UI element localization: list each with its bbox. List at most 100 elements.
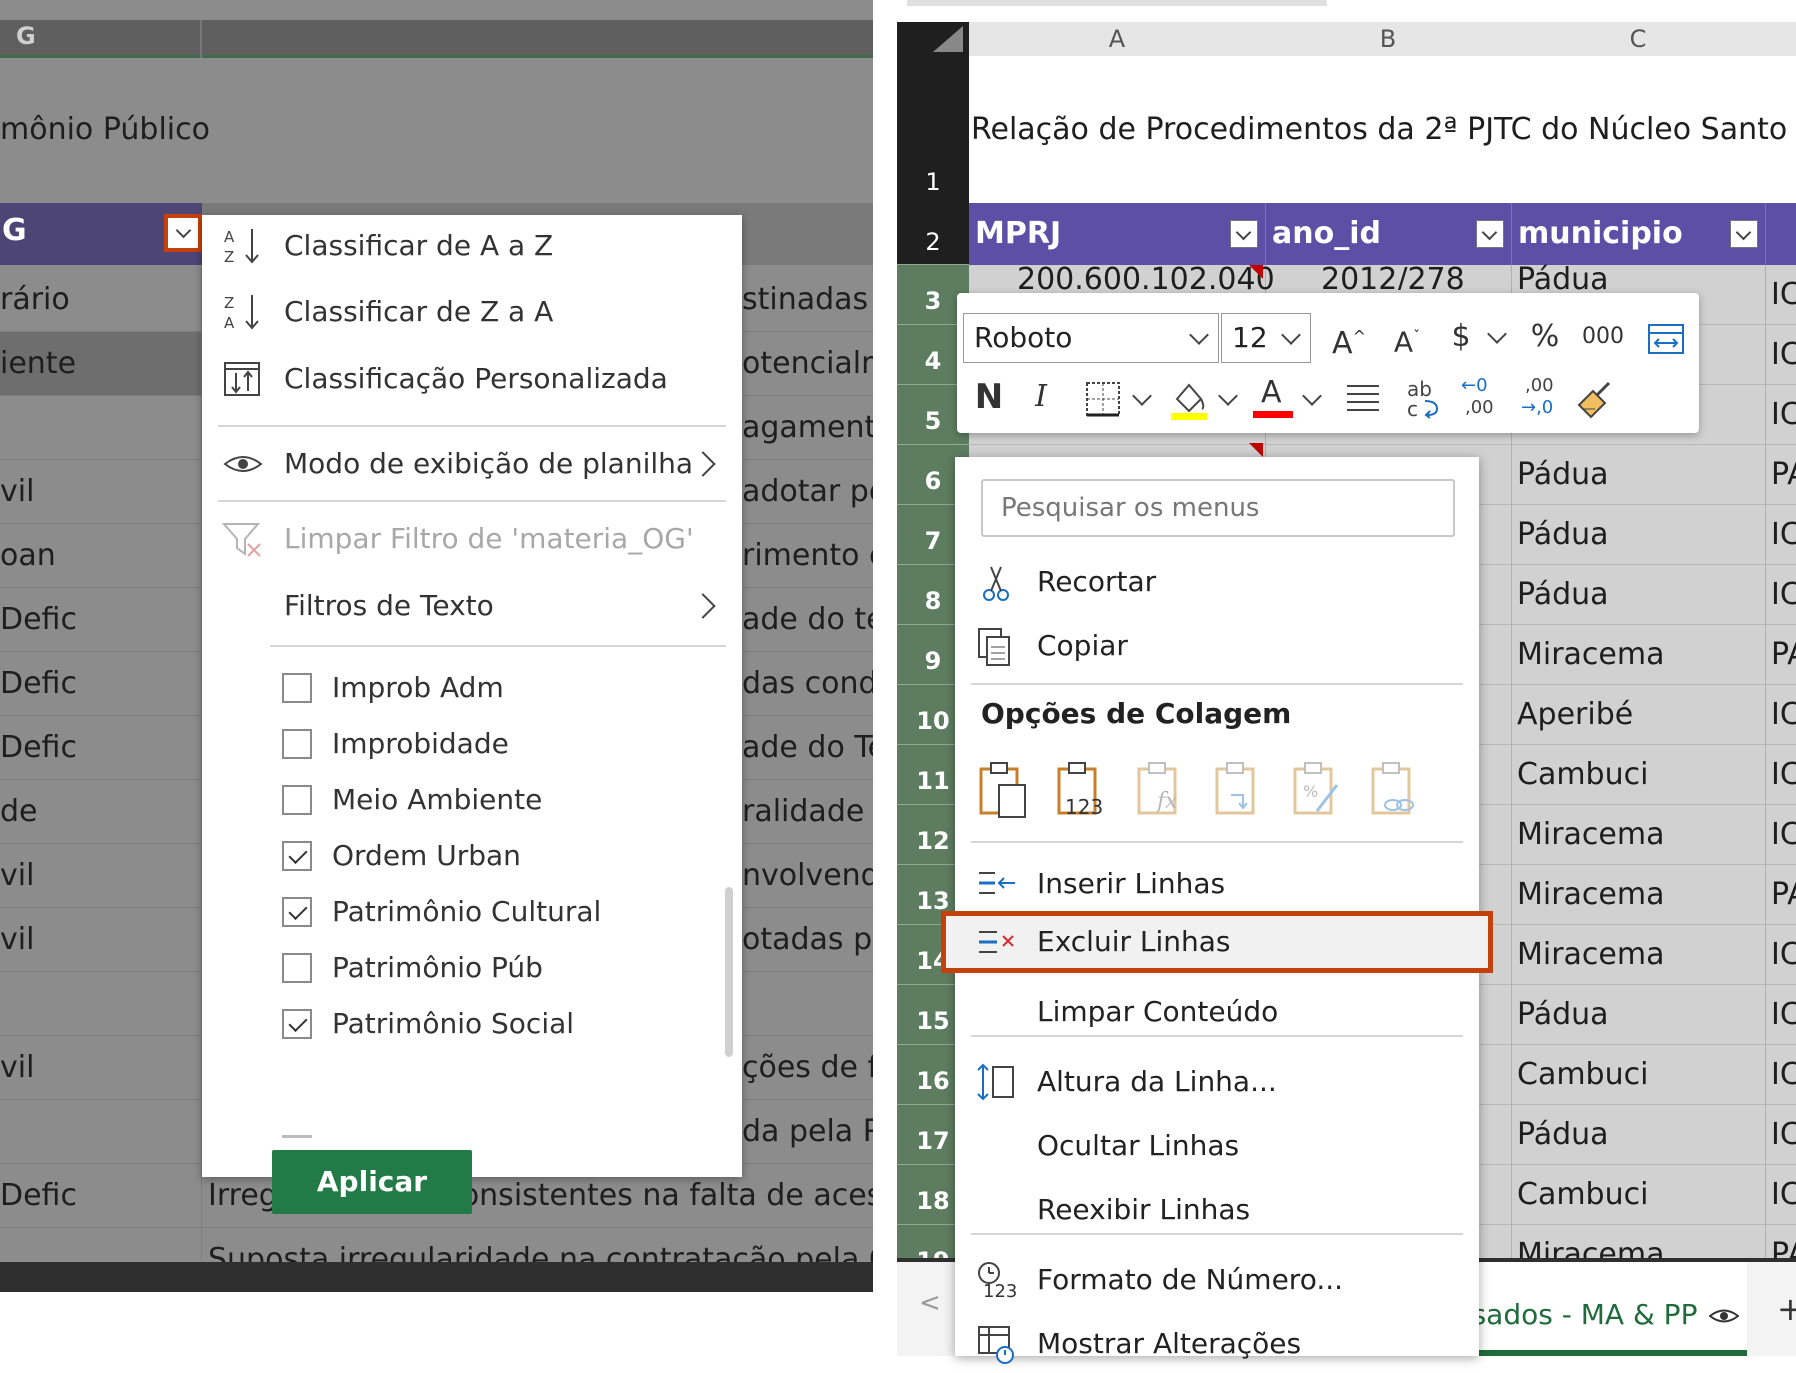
header-cell-tipo[interactable]: tip	[1765, 203, 1796, 265]
filter-value-option[interactable]: Patrimônio Social	[282, 999, 702, 1049]
paste-link-icon[interactable]	[1369, 761, 1423, 821]
clear-content-item[interactable]: Limpar Conteúdo	[955, 981, 1479, 1041]
checkbox-checked[interactable]	[282, 1009, 312, 1039]
column-header-c[interactable]: C	[1511, 22, 1766, 56]
delete-rows-item-highlighted[interactable]: Excluir Linhas	[941, 911, 1493, 973]
left-cell-g[interactable]: rário	[0, 268, 202, 332]
autofit-column-icon[interactable]	[1647, 323, 1685, 355]
filter-dropdown-button[interactable]	[1476, 220, 1504, 248]
cell-tipo[interactable]: IC	[1771, 997, 1796, 1032]
cell-municipio[interactable]: Miracema	[1517, 877, 1665, 912]
checkbox-checked[interactable]	[282, 897, 312, 927]
cell-municipio[interactable]: Pádua	[1517, 1117, 1609, 1152]
paste-formatting-icon[interactable]: %	[1291, 761, 1345, 821]
chevron-down-icon[interactable]	[1132, 386, 1152, 406]
thousands-separator-button[interactable]: 000	[1579, 313, 1627, 361]
sheet-title[interactable]: Relação de Procedimentos da 2ª PJTC do N…	[971, 112, 1796, 147]
cell-municipio[interactable]: Miracema	[1517, 637, 1665, 672]
filter-value-option[interactable]: Ordem Urban	[282, 831, 702, 881]
checkbox-unchecked[interactable]	[282, 729, 312, 759]
left-cell-g[interactable]: Defic	[0, 1164, 202, 1228]
checkbox-unchecked[interactable]	[282, 785, 312, 815]
cell-municipio[interactable]: Cambuci	[1517, 757, 1648, 792]
cell-tipo[interactable]: IC	[1771, 397, 1796, 432]
cell-tipo[interactable]: PA	[1771, 877, 1796, 912]
chevron-down-icon[interactable]	[1302, 386, 1322, 406]
cell-tipo[interactable]: IC	[1771, 817, 1796, 852]
filter-value-option[interactable]: Patrimônio Púb	[282, 943, 702, 993]
paste-transpose-icon[interactable]	[1213, 761, 1267, 821]
font-size-box[interactable]: 12	[1221, 313, 1311, 363]
cell-municipio[interactable]: Miracema	[1517, 817, 1665, 852]
currency-format-button[interactable]: $	[1443, 313, 1479, 361]
cell-municipio[interactable]: Pádua	[1517, 577, 1609, 612]
show-changes-item[interactable]: Mostrar Alterações	[955, 1313, 1479, 1373]
header-cell-ano-id[interactable]: ano_id	[1265, 203, 1511, 265]
column-header-g[interactable]: G	[16, 22, 36, 50]
row-header-2[interactable]: 2	[897, 203, 969, 265]
header-cell-mprj[interactable]: MPRJ	[969, 203, 1265, 265]
cell-c3[interactable]: Pádua	[1517, 262, 1609, 290]
cell-tipo[interactable]: PA	[1771, 457, 1796, 492]
filter-value-option[interactable]: Patrimônio Cultural	[282, 887, 702, 937]
cell-tipo[interactable]: IC	[1771, 697, 1796, 732]
column-header-b[interactable]: B	[1265, 22, 1512, 56]
cell-tipo[interactable]: IC	[1771, 1057, 1796, 1092]
sort-az-item[interactable]: AZ Classificar de A a Z	[202, 215, 742, 277]
increase-font-button[interactable]: A^	[1327, 313, 1371, 361]
unhide-rows-item[interactable]: Reexibir Linhas	[955, 1179, 1479, 1239]
cell-tipo[interactable]: IC	[1771, 277, 1796, 312]
paste-formulas-button[interactable]: fx	[1135, 761, 1189, 821]
fill-color-icon[interactable]	[1169, 377, 1209, 421]
font-name-box[interactable]: Roboto	[963, 313, 1219, 363]
left-cell-g[interactable]: de	[0, 780, 202, 844]
italic-button[interactable]: I	[1023, 373, 1059, 421]
cut-item[interactable]: Recortar	[955, 551, 1479, 611]
row-height-item[interactable]: Altura da Linha...	[955, 1051, 1479, 1111]
cell-tipo[interactable]: IC	[1771, 1177, 1796, 1212]
list-scrollbar[interactable]	[725, 887, 733, 1057]
left-cell-g[interactable]: vil	[0, 460, 202, 524]
cell-tipo[interactable]: IC	[1771, 517, 1796, 552]
left-cell-g[interactable]	[0, 972, 202, 1036]
chevron-down-icon[interactable]	[1487, 324, 1507, 344]
left-cell-g[interactable]: vil	[0, 844, 202, 908]
text-filters-item[interactable]: Filtros de Texto	[202, 575, 742, 637]
filter-value-option[interactable]: Improbidade	[282, 719, 702, 769]
align-justify-icon[interactable]	[1345, 383, 1381, 415]
copy-item[interactable]: Copiar	[955, 615, 1479, 675]
column-header-a[interactable]: A	[969, 22, 1266, 56]
sort-za-item[interactable]: ZA Classificar de Z a A	[202, 281, 742, 343]
custom-sort-item[interactable]: Classificação Personalizada	[202, 348, 742, 410]
cell-municipio[interactable]: Pádua	[1517, 517, 1609, 552]
format-painter-icon[interactable]	[1575, 379, 1615, 419]
checkbox-checked[interactable]	[282, 841, 312, 871]
filter-dropdown-button[interactable]	[1230, 220, 1258, 248]
left-cell-g[interactable]: vil	[0, 908, 202, 972]
cell-municipio[interactable]: Miracema	[1517, 937, 1665, 972]
cell-tipo[interactable]: PA	[1771, 637, 1796, 672]
sheet-view-item[interactable]: Modo de exibição de planilha	[202, 433, 742, 495]
left-cell-g[interactable]: Defic	[0, 716, 202, 780]
tab-prev-arrow[interactable]: <	[919, 1288, 941, 1318]
left-cell-g[interactable]: Defic	[0, 652, 202, 716]
paste-icon[interactable]	[977, 761, 1031, 821]
left-cell-g[interactable]: Defic	[0, 588, 202, 652]
header-cell-municipio[interactable]: municipio	[1511, 203, 1765, 265]
left-cell-g[interactable]: oan	[0, 524, 202, 588]
cell-b3[interactable]: 2012/278	[1321, 262, 1465, 290]
font-color-button[interactable]: A	[1253, 375, 1293, 419]
number-format-item[interactable]: 123 Formato de Número...	[955, 1249, 1479, 1309]
cell-tipo[interactable]: IC	[1771, 937, 1796, 972]
menu-search-input[interactable]: Pesquisar os menus	[981, 479, 1455, 537]
insert-rows-item[interactable]: Inserir Linhas	[955, 853, 1479, 913]
left-cell-g[interactable]	[0, 396, 202, 460]
left-cell-g[interactable]	[0, 1100, 202, 1164]
row-header-1[interactable]: 1	[897, 56, 969, 203]
increase-decimal-button[interactable]: ←0 ,00	[1461, 375, 1505, 423]
cell-a3[interactable]: 200.600.102.040	[1017, 262, 1275, 290]
column-header-d[interactable]	[1765, 22, 1796, 56]
select-all-corner[interactable]	[897, 22, 969, 56]
sheet-tab-active[interactable]: ssados - MA & PP	[1457, 1262, 1747, 1356]
decrease-decimal-button[interactable]: ,00 →,0	[1521, 375, 1565, 423]
